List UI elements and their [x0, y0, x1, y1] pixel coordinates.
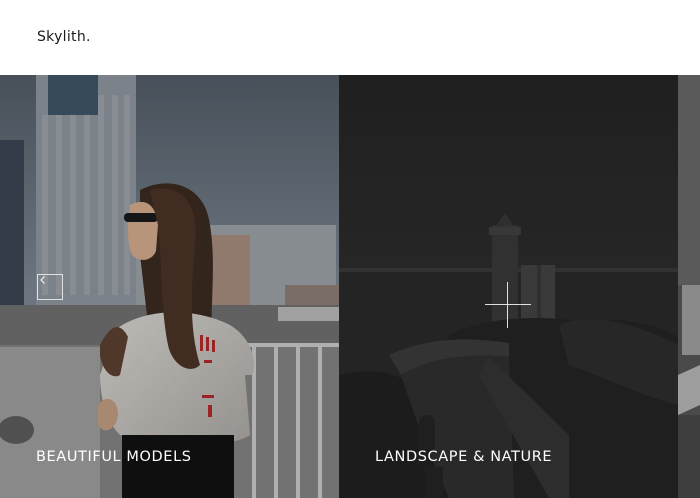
plus-icon[interactable] [485, 282, 531, 328]
site-header: Skylith. [0, 0, 700, 75]
slide-title[interactable]: BEAUTIFUL MODELS [36, 449, 192, 465]
chevron-left-icon [40, 276, 45, 284]
slide-title[interactable]: LANDSCAPE & NATURE [375, 449, 552, 465]
prev-slide-button[interactable] [37, 274, 63, 300]
plus-icon-vertical [507, 282, 508, 328]
slide-interior-partial[interactable] [678, 75, 700, 498]
slide-beautiful-models[interactable]: BEAUTIFUL MODELS [0, 75, 339, 498]
portfolio-slider: BEAUTIFUL MODELS LANDSCAPE & NATURE [0, 75, 700, 498]
slide-landscape-nature[interactable]: LANDSCAPE & NATURE [339, 75, 678, 498]
site-logo[interactable]: Skylith. [37, 29, 91, 45]
plus-icon-horizontal [485, 304, 531, 305]
interior-photo [678, 75, 700, 498]
